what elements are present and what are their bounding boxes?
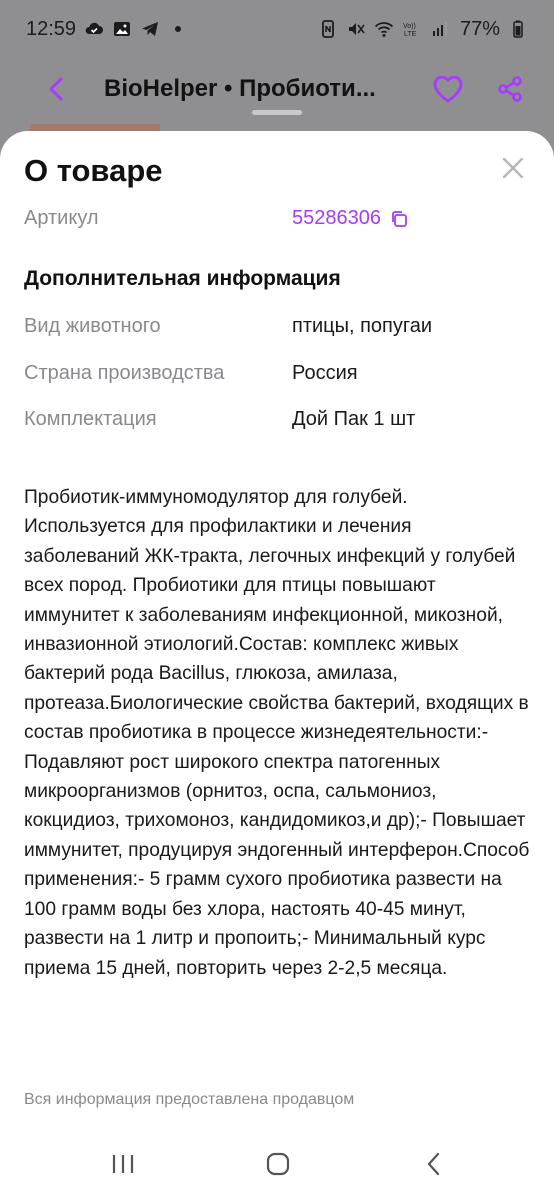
recents-button[interactable]	[101, 1144, 145, 1184]
article-row: Артикул 55286306	[24, 207, 530, 237]
wifi-icon	[374, 19, 394, 39]
image-icon	[112, 19, 132, 39]
about-product-sheet: О товаре Артикул 55286306 Дополнительная…	[0, 131, 554, 1200]
heart-icon	[433, 75, 463, 103]
navigation-bar	[0, 1130, 554, 1200]
home-icon	[266, 1152, 290, 1176]
svg-text:Vo)): Vo))	[403, 23, 416, 30]
telegram-icon	[140, 19, 160, 39]
attribute-value: Дой Пак 1 шт	[292, 408, 416, 430]
sheet-title: О товаре	[24, 153, 163, 188]
clock: 12:59	[26, 17, 77, 40]
attribute-row: Вид животного птицы, попугаи	[24, 315, 530, 345]
volte-icon: Vo)) LTE	[402, 19, 422, 39]
status-bar: 12:59 Vo)) LTE 77%	[0, 0, 554, 58]
svg-text:LTE: LTE	[404, 31, 417, 38]
copy-icon[interactable]	[389, 209, 409, 229]
system-back-button[interactable]	[412, 1144, 456, 1184]
share-icon	[498, 76, 522, 102]
close-button[interactable]	[496, 151, 530, 185]
attribute-value: птицы, попугаи	[292, 315, 433, 337]
status-right: Vo)) LTE 77%	[318, 18, 528, 41]
attribute-row: Комплектация Дой Пак 1 шт	[24, 408, 530, 438]
home-button[interactable]	[256, 1144, 300, 1184]
attribute-row: Страна производства Россия	[24, 362, 530, 392]
chevron-left-icon	[49, 77, 63, 101]
drag-handle[interactable]	[252, 110, 302, 115]
seller-disclaimer: Вся информация предоставлена продавцом	[24, 1091, 355, 1108]
signal-icon	[430, 19, 450, 39]
back-icon	[427, 1152, 440, 1176]
dot-icon	[168, 19, 188, 39]
back-button[interactable]	[36, 69, 76, 109]
article-value[interactable]: 55286306	[292, 207, 409, 230]
page-title: BioHelper • Пробиоти...	[104, 75, 376, 102]
recents-icon	[112, 1155, 134, 1173]
article-number: 55286306	[292, 207, 381, 229]
mute-icon	[346, 19, 366, 39]
attribute-value: Россия	[292, 362, 358, 384]
product-description: Пробиотик-иммуномодулятор для голубей. И…	[24, 487, 530, 979]
nfc-icon	[318, 19, 338, 39]
attribute-label: Вид животного	[24, 315, 161, 337]
status-left: 12:59	[26, 18, 188, 41]
favorite-button[interactable]	[428, 69, 468, 109]
battery-percent: 77%	[459, 17, 500, 40]
cloud-check-icon	[84, 19, 104, 39]
attribute-label: Комплектация	[24, 408, 157, 430]
article-label: Артикул	[24, 207, 99, 229]
battery-icon	[508, 19, 528, 39]
section-title: Дополнительная информация	[24, 267, 341, 290]
share-button[interactable]	[490, 69, 530, 109]
attribute-label: Страна производства	[24, 362, 225, 384]
close-icon	[502, 157, 524, 179]
